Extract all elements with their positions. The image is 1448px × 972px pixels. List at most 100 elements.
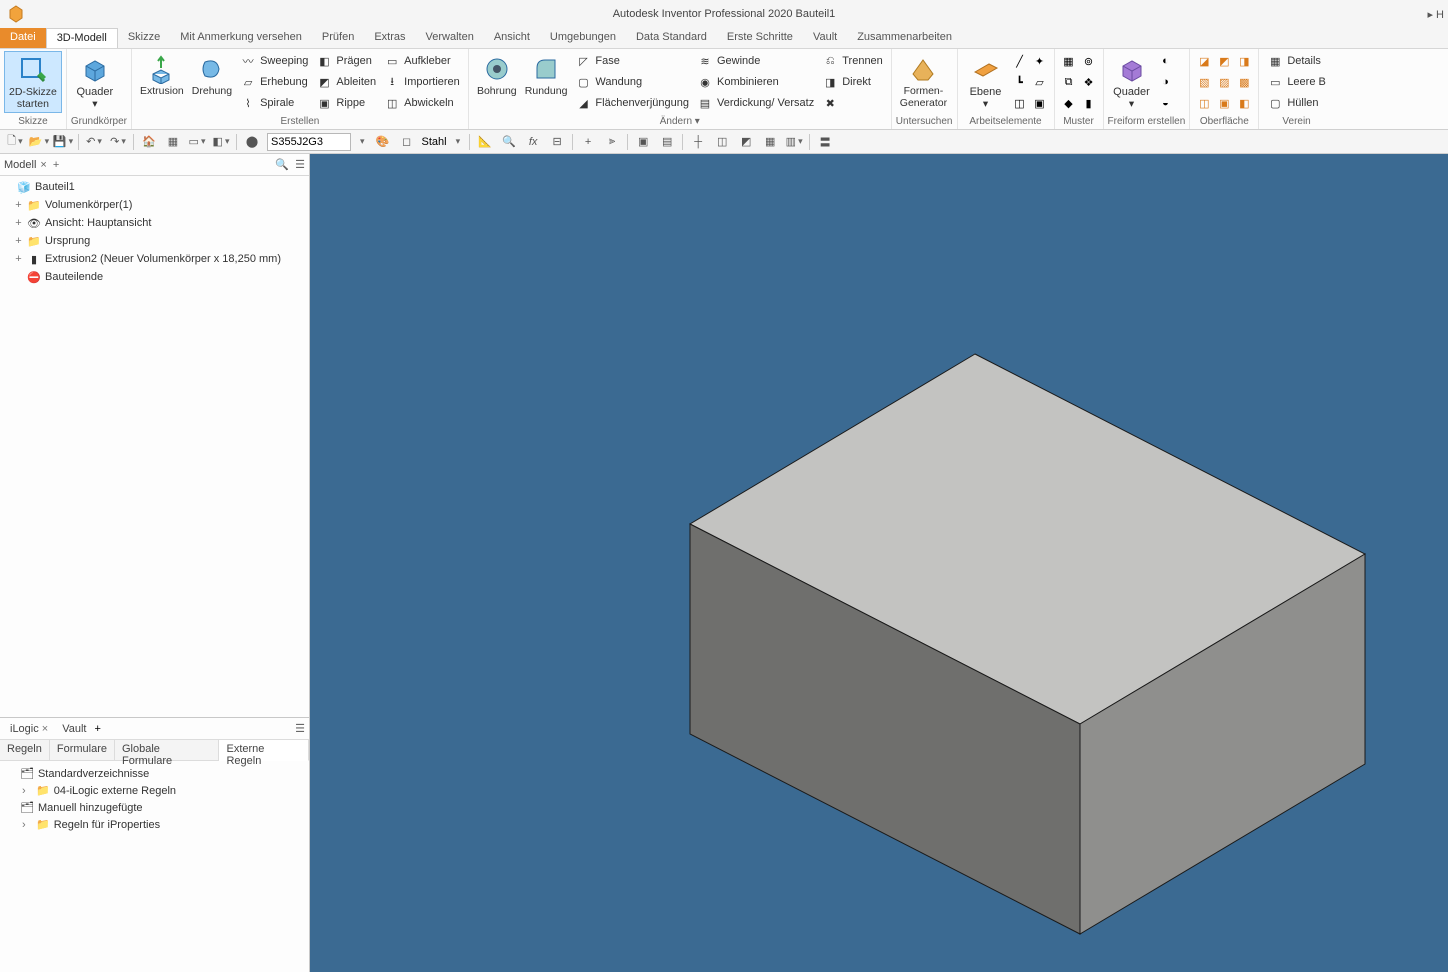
tab-pruefen[interactable]: Prüfen xyxy=(312,28,364,48)
save-button[interactable]: 💾 xyxy=(54,133,72,151)
point-icon[interactable]: ✦ xyxy=(1032,53,1048,69)
tree-volumenkorper[interactable]: +📁 Volumenkörper(1) xyxy=(0,196,309,214)
trennen-button[interactable]: ⎌Trennen xyxy=(818,51,887,71)
surf4-icon[interactable]: ▧ xyxy=(1196,74,1212,90)
ilogic-row-regeln-iprop[interactable]: ›📁Regeln für iProperties xyxy=(6,816,303,833)
leere-button[interactable]: ▭Leere B xyxy=(1263,72,1330,92)
subtab-globale-formulare[interactable]: Globale Formulare xyxy=(115,740,220,760)
praegen-button[interactable]: ◧Prägen xyxy=(312,51,380,71)
qat-win1-icon[interactable]: ▣ xyxy=(634,133,652,151)
qat-align-icon[interactable]: ⫸ xyxy=(603,133,621,151)
qat-fx-icon[interactable]: fx xyxy=(524,133,542,151)
qat-ax5-icon[interactable]: ▥ xyxy=(785,133,803,151)
flaechenverjuengung-button[interactable]: ◢Flächenverjüngung xyxy=(571,93,693,113)
tree-ansicht[interactable]: +👁 Ansicht: Hauptansicht xyxy=(0,214,309,232)
tree-root[interactable]: 🧊 Bauteil1 xyxy=(0,178,309,196)
surf9-icon[interactable]: ◧ xyxy=(1236,95,1252,111)
erhebung-button[interactable]: ▱Erhebung xyxy=(236,72,312,92)
color-wheel-icon[interactable]: 🎨 xyxy=(374,133,392,151)
ilogic-row-04[interactable]: ›📁04-iLogic externe Regeln xyxy=(6,782,303,799)
ilogic-tree[interactable]: 🗂Standardverzeichnisse ›📁04-iLogic exter… xyxy=(0,761,309,837)
redo-button[interactable]: ↷ xyxy=(109,133,127,151)
surf6-icon[interactable]: ▩ xyxy=(1236,74,1252,90)
abwickeln-button[interactable]: ◫Abwickeln xyxy=(380,93,464,113)
tab-verwalten[interactable]: Verwalten xyxy=(416,28,484,48)
freiform-quader-button[interactable]: Quader▾ xyxy=(1108,51,1156,112)
new-button[interactable]: 🗋 xyxy=(6,133,24,151)
tab-vault-panel[interactable]: Vault xyxy=(56,721,92,737)
subtab-formulare[interactable]: Formulare xyxy=(50,740,115,760)
tab-file[interactable]: Datei xyxy=(0,28,46,48)
mirror-icon[interactable]: ⧉ xyxy=(1061,74,1077,90)
material-code-input[interactable] xyxy=(267,133,351,151)
assembly-button[interactable]: ▦ xyxy=(164,133,182,151)
surf8-icon[interactable]: ▣ xyxy=(1216,95,1232,111)
select-button[interactable]: ▭ xyxy=(188,133,206,151)
drehung-button[interactable]: Drehung xyxy=(188,51,236,100)
pattern4-icon[interactable]: ▮ xyxy=(1081,95,1097,111)
rect-pattern-icon[interactable]: ▦ xyxy=(1061,53,1077,69)
importieren-button[interactable]: ⭳Importieren xyxy=(380,72,464,92)
group-label-aendern[interactable]: Ändern ▾ xyxy=(473,115,887,129)
wandung-button[interactable]: ▢Wandung xyxy=(571,72,693,92)
qat-ax4-icon[interactable]: ▦ xyxy=(761,133,779,151)
gewinde-button[interactable]: ≋Gewinde xyxy=(693,51,818,71)
qat-plus-icon[interactable]: + xyxy=(579,133,597,151)
material-ball-icon[interactable]: ⬤ xyxy=(243,133,261,151)
tab-skizze[interactable]: Skizze xyxy=(118,28,170,48)
surf5-icon[interactable]: ▨ xyxy=(1216,74,1232,90)
spirale-button[interactable]: ⌇Spirale xyxy=(236,93,312,113)
ff3-icon[interactable]: ◒ xyxy=(1158,95,1174,111)
material-name-dropdown[interactable]: ▾ xyxy=(453,136,464,147)
tab-extras[interactable]: Extras xyxy=(364,28,415,48)
pattern3-icon[interactable]: ◆ xyxy=(1061,95,1077,111)
qat-measure-icon[interactable]: 📐 xyxy=(476,133,494,151)
viewport-3d[interactable] xyxy=(310,154,1448,972)
tree-end-of-part[interactable]: ⛔ Bauteilende xyxy=(0,268,309,286)
tree-extrusion2[interactable]: +▮ Extrusion2 (Neuer Volumenkörper x 18,… xyxy=(0,250,309,268)
model-tree[interactable]: 🧊 Bauteil1 +📁 Volumenkörper(1) +👁 Ansich… xyxy=(0,176,309,717)
qat-win2-icon[interactable]: ▤ xyxy=(658,133,676,151)
tab-zusammenarbeiten[interactable]: Zusammenarbeiten xyxy=(847,28,962,48)
surf3-icon[interactable]: ◨ xyxy=(1236,53,1252,69)
tab-data-standard[interactable]: Data Standard xyxy=(626,28,717,48)
extrusion-button[interactable]: Extrusion xyxy=(136,51,188,100)
open-button[interactable]: 📂 xyxy=(30,133,48,151)
tab-3d-modell[interactable]: 3D-Modell xyxy=(46,28,118,48)
ableiten-button[interactable]: ◩Ableiten xyxy=(312,72,380,92)
huellen-button[interactable]: ▢Hüllen xyxy=(1263,93,1330,113)
circ-pattern-icon[interactable]: ⊚ xyxy=(1081,53,1097,69)
search-icon[interactable]: 🔍 xyxy=(275,158,289,171)
misc1-icon[interactable]: ◫ xyxy=(1012,95,1028,111)
tab-erste-schritte[interactable]: Erste Schritte xyxy=(717,28,803,48)
surf7-icon[interactable]: ◫ xyxy=(1196,95,1212,111)
ff2-icon[interactable]: ◑ xyxy=(1158,74,1174,90)
start-2d-sketch-button[interactable]: 2D-Skizze starten xyxy=(4,51,62,113)
delete-face-button[interactable]: ✖ xyxy=(818,93,887,113)
bohrung-button[interactable]: Bohrung xyxy=(473,51,521,100)
rippe-button[interactable]: ▣Rippe xyxy=(312,93,380,113)
tab-anmerkung[interactable]: Mit Anmerkung versehen xyxy=(170,28,312,48)
subtab-externe-regeln[interactable]: Externe Regeln xyxy=(219,740,309,761)
qat-ax3-icon[interactable]: ◩ xyxy=(737,133,755,151)
add-ilogic-tab-icon[interactable]: + xyxy=(94,723,100,735)
quader-button[interactable]: Quader▾ xyxy=(71,51,119,112)
direkt-button[interactable]: ◨Direkt xyxy=(818,72,887,92)
tab-ansicht[interactable]: Ansicht xyxy=(484,28,540,48)
tab-umgebungen[interactable]: Umgebungen xyxy=(540,28,626,48)
plane-small-icon[interactable]: ▱ xyxy=(1032,74,1048,90)
details-button[interactable]: ▦Details xyxy=(1263,51,1330,71)
add-panel-icon[interactable]: + xyxy=(53,159,59,171)
undo-button[interactable]: ↶ xyxy=(85,133,103,151)
ilogic-row-manuell[interactable]: 🗂Manuell hinzugefügte xyxy=(6,799,303,816)
sketch-pattern-icon[interactable]: ❖ xyxy=(1081,74,1097,90)
material-code-dropdown[interactable]: ▾ xyxy=(357,136,368,147)
misc2-icon[interactable]: ▣ xyxy=(1032,95,1048,111)
close-model-panel-icon[interactable]: × xyxy=(40,159,46,171)
tree-ursprung[interactable]: +📁 Ursprung xyxy=(0,232,309,250)
fase-button[interactable]: ◸Fase xyxy=(571,51,693,71)
sweeping-button[interactable]: 〰Sweeping xyxy=(236,51,312,71)
ebene-button[interactable]: Ebene▾ xyxy=(962,51,1010,112)
formen-generator-button[interactable]: Formen- Generator xyxy=(896,51,951,111)
qat-dim-icon[interactable]: ⊟ xyxy=(548,133,566,151)
